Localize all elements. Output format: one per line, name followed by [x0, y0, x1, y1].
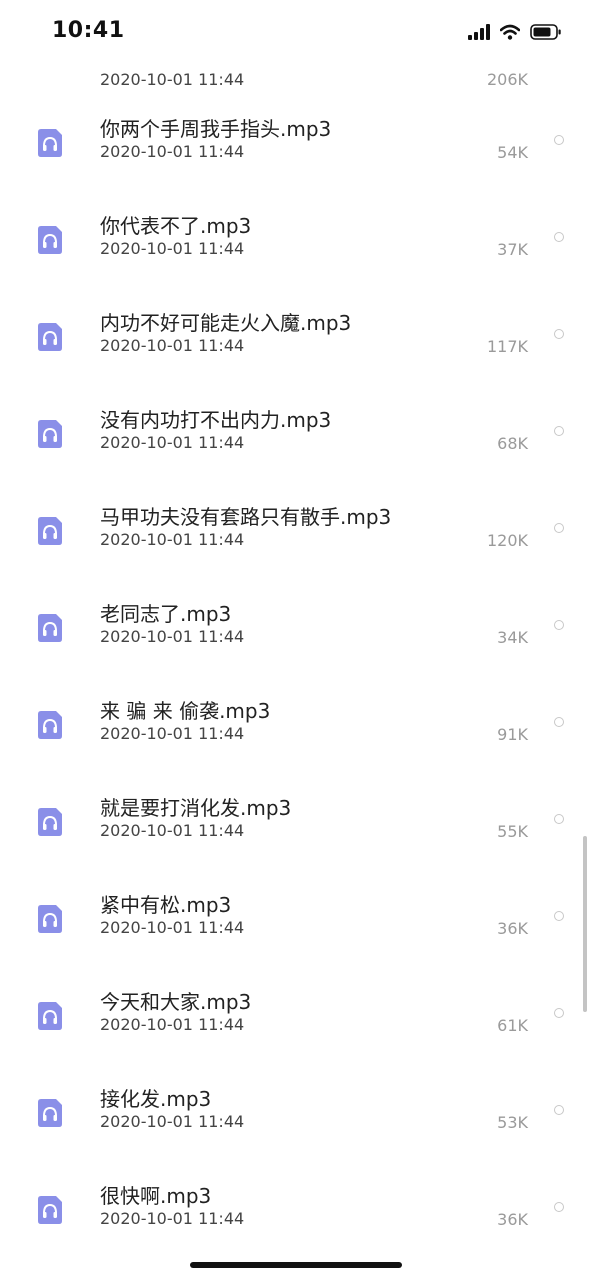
file-date: 2020-10-01 11:44	[100, 530, 245, 549]
select-radio[interactable]	[554, 426, 564, 436]
headphones-icon	[38, 323, 62, 351]
file-row[interactable]: 今天和大家.mp3 2020-10-01 11:44 61K	[0, 971, 592, 1068]
select-radio[interactable]	[554, 717, 564, 727]
file-row[interactable]: 老同志了.mp3 2020-10-01 11:44 34K	[0, 583, 592, 680]
file-date: 2020-10-01 11:44	[100, 70, 245, 89]
status-icons	[468, 22, 562, 42]
headphones-icon	[38, 1002, 62, 1030]
file-date: 2020-10-01 11:44	[100, 239, 245, 258]
file-date: 2020-10-01 11:44	[100, 1209, 245, 1228]
status-bar: 10:41	[0, 0, 592, 64]
file-name: 老同志了.mp3	[100, 602, 232, 626]
headphones-icon	[38, 808, 62, 836]
select-radio[interactable]	[554, 232, 564, 242]
select-radio[interactable]	[554, 911, 564, 921]
headphones-icon	[38, 614, 62, 642]
file-name: 紧中有松.mp3	[100, 893, 232, 917]
file-size: 53K	[497, 1113, 528, 1132]
file-date: 2020-10-01 11:44	[100, 627, 245, 646]
home-indicator[interactable]	[190, 1262, 402, 1268]
headphones-icon	[38, 226, 62, 254]
select-radio[interactable]	[554, 1105, 564, 1115]
select-radio[interactable]	[554, 329, 564, 339]
headphones-icon	[38, 905, 62, 933]
file-name: 很快啊.mp3	[100, 1184, 212, 1208]
file-row[interactable]: 内功不好可能走火入魔.mp3 2020-10-01 11:44 117K	[0, 292, 592, 389]
file-name: 来 骗 来 偷袭.mp3	[100, 699, 271, 723]
file-row[interactable]: 就是要打消化发.mp3 2020-10-01 11:44 55K	[0, 777, 592, 874]
select-radio[interactable]	[554, 814, 564, 824]
select-radio[interactable]	[554, 1202, 564, 1212]
file-date: 2020-10-01 11:44	[100, 918, 245, 937]
file-size: 61K	[497, 1016, 528, 1035]
file-size: 117K	[486, 337, 528, 356]
scrollbar[interactable]	[583, 836, 587, 1012]
file-row[interactable]: 马甲功夫没有套路只有散手.mp3 2020-10-01 11:44 120K	[0, 486, 592, 583]
headphones-icon	[38, 129, 62, 157]
file-name: 马甲功夫没有套路只有散手.mp3	[100, 505, 392, 529]
file-date: 2020-10-01 11:44	[100, 433, 245, 452]
file-name: 接化发.mp3	[100, 1087, 212, 1111]
file-size: 55K	[497, 822, 528, 841]
file-row[interactable]: 很快啊.mp3 2020-10-01 11:44 36K	[0, 1165, 592, 1262]
headphones-icon	[38, 1099, 62, 1127]
file-date: 2020-10-01 11:44	[100, 1015, 245, 1034]
file-date: 2020-10-01 11:44	[100, 821, 245, 840]
file-size: 36K	[497, 1210, 528, 1229]
file-name: 就是要打消化发.mp3	[100, 796, 292, 820]
file-size: 91K	[497, 725, 528, 744]
file-name: 你代表不了.mp3	[100, 214, 252, 238]
file-size: 206K	[486, 70, 528, 89]
file-row[interactable]: 没有内功打不出内力.mp3 2020-10-01 11:44 68K	[0, 389, 592, 486]
file-name: 你两个手周我手指头.mp3	[100, 117, 332, 141]
headphones-icon	[38, 517, 62, 545]
file-size: 37K	[497, 240, 528, 259]
headphones-icon	[38, 1196, 62, 1224]
file-date: 2020-10-01 11:44	[100, 724, 245, 743]
select-radio[interactable]	[554, 1008, 564, 1018]
status-time: 10:41	[52, 18, 125, 43]
select-radio[interactable]	[554, 620, 564, 630]
battery-icon	[530, 24, 562, 40]
file-size: 68K	[497, 434, 528, 453]
file-date: 2020-10-01 11:44	[100, 1112, 245, 1131]
file-size: 34K	[497, 628, 528, 647]
file-row[interactable]: 来 骗 来 偷袭.mp3 2020-10-01 11:44 91K	[0, 680, 592, 777]
file-row[interactable]: 接化发.mp3 2020-10-01 11:44 53K	[0, 1068, 592, 1165]
file-size: 120K	[486, 531, 528, 550]
select-radio[interactable]	[554, 135, 564, 145]
file-row[interactable]: 你两个手周我手指头.mp3 2020-10-01 11:44 54K	[0, 98, 592, 195]
wifi-icon	[500, 24, 520, 40]
file-name: 内功不好可能走火入魔.mp3	[100, 311, 352, 335]
headphones-icon	[38, 420, 62, 448]
cellular-signal-icon	[468, 24, 490, 40]
select-radio[interactable]	[554, 523, 564, 533]
file-date: 2020-10-01 11:44	[100, 142, 245, 161]
file-name: 今天和大家.mp3	[100, 990, 252, 1014]
file-size: 54K	[497, 143, 528, 162]
file-date: 2020-10-01 11:44	[100, 336, 245, 355]
headphones-icon	[38, 711, 62, 739]
file-size: 36K	[497, 919, 528, 938]
file-row[interactable]: 你代表不了.mp3 2020-10-01 11:44 37K	[0, 195, 592, 292]
file-row[interactable]: 紧中有松.mp3 2020-10-01 11:44 36K	[0, 874, 592, 971]
file-name: 没有内功打不出内力.mp3	[100, 408, 332, 432]
